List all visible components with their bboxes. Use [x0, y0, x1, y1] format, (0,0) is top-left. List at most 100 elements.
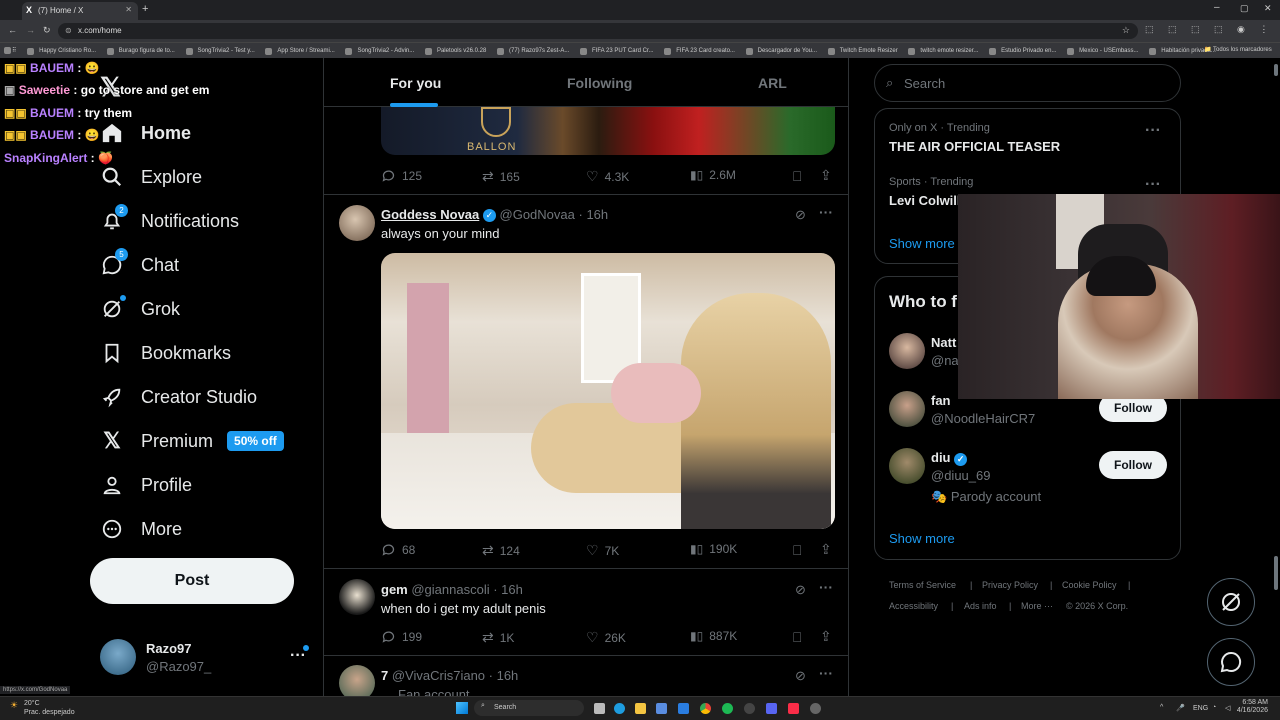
- like-button[interactable]: ♡ 26K: [586, 629, 626, 646]
- all-bookmarks-folder[interactable]: 📁 Todos los marcadores: [1204, 46, 1272, 53]
- repost-button[interactable]: ⇄ 165: [482, 168, 520, 185]
- post-more-icon[interactable]: ···: [819, 665, 833, 681]
- post-more-icon[interactable]: ···: [819, 579, 833, 595]
- back-icon[interactable]: ←: [8, 25, 17, 35]
- bookmark-star-icon[interactable]: ☆: [1122, 25, 1130, 36]
- views-button[interactable]: ▮▯ 190K: [690, 542, 737, 556]
- repost-button[interactable]: ⇄ 1K: [482, 629, 514, 646]
- bookmark-item[interactable]: Estudio Privado en...: [985, 48, 1061, 55]
- follow-button[interactable]: Follow: [1099, 451, 1167, 479]
- bookmark-item[interactable]: (77) Razo97s Zest-A...: [493, 48, 574, 55]
- apps-icon[interactable]: ⠿: [0, 47, 21, 54]
- footer-cookie[interactable]: Cookie Policy: [1062, 580, 1117, 590]
- wifi-icon[interactable]: ◔: [1212, 704, 1216, 711]
- close-tab-icon[interactable]: ✕: [125, 5, 132, 14]
- post-media[interactable]: [381, 253, 835, 529]
- post-author-handle[interactable]: @GodNovaa: [500, 207, 575, 222]
- file-explorer-icon[interactable]: [635, 703, 646, 714]
- new-tab-button[interactable]: +: [142, 3, 148, 15]
- bookmark-item[interactable]: SongTrivia2 - Test y...: [182, 48, 260, 55]
- spotify-icon[interactable]: [722, 703, 733, 714]
- grok-fab[interactable]: [1207, 578, 1255, 626]
- tray-chevron-icon[interactable]: ^: [1160, 704, 1163, 711]
- discord-icon[interactable]: [766, 703, 777, 714]
- nav-notifications[interactable]: 2 Notifications: [100, 204, 239, 236]
- task-view-icon[interactable]: [594, 703, 605, 714]
- bookmark-item[interactable]: Mexico - USEmbass...: [1063, 48, 1143, 55]
- footer-privacy[interactable]: Privacy Policy: [982, 580, 1038, 590]
- maximize-icon[interactable]: ▢: [1240, 3, 1249, 14]
- trends-show-more[interactable]: Show more: [889, 236, 955, 251]
- trend-more-icon[interactable]: ···: [1145, 176, 1161, 194]
- music-icon[interactable]: [788, 703, 799, 714]
- volume-icon[interactable]: ◁: [1225, 704, 1230, 712]
- repost-button[interactable]: ⇄ 124: [482, 542, 520, 559]
- account-switcher[interactable]: Razo97 @Razo97_ ···: [100, 639, 310, 679]
- nav-creator-studio[interactable]: Creator Studio: [100, 382, 257, 412]
- reply-button[interactable]: 199: [381, 629, 422, 644]
- nav-bookmarks[interactable]: Bookmarks: [100, 338, 231, 368]
- reply-button[interactable]: 125: [381, 168, 422, 183]
- mic-icon[interactable]: 🎤: [1176, 704, 1185, 712]
- grok-post-icon[interactable]: ⊘: [795, 207, 806, 223]
- bookmark-item[interactable]: Twitch Emote Resizer: [824, 48, 903, 55]
- chrome-icon[interactable]: [700, 703, 711, 714]
- suggestion-row[interactable]: diu ✓ @diuu_69 🎭 Parody account Follow: [889, 448, 1169, 508]
- bookmark-item[interactable]: Paletools v26.0.28: [421, 48, 491, 55]
- post-author-handle[interactable]: @VivaCris7iano: [392, 668, 485, 683]
- bookmark-post-icon[interactable]: ⎕: [793, 629, 801, 646]
- mail-icon[interactable]: [678, 703, 689, 714]
- close-window-icon[interactable]: ✕: [1264, 3, 1272, 14]
- share-icon[interactable]: ⇪: [820, 541, 832, 558]
- grok-post-icon[interactable]: ⊘: [795, 668, 806, 684]
- grok-post-icon[interactable]: ⊘: [795, 582, 806, 598]
- bookmark-item[interactable]: Descargador de You...: [742, 48, 822, 55]
- search-input[interactable]: ⌕ Search: [874, 64, 1181, 102]
- bookmark-item[interactable]: FIFA 23 PUT Card Cr...: [576, 48, 659, 55]
- tab-arl[interactable]: ARL: [758, 75, 787, 91]
- nav-explore[interactable]: Explore: [100, 162, 202, 192]
- site-info-icon[interactable]: ⊜: [65, 26, 72, 35]
- post-button[interactable]: Post: [90, 558, 294, 604]
- share-icon[interactable]: ⇪: [820, 628, 832, 645]
- post-author-name[interactable]: gem: [381, 582, 408, 597]
- forward-icon[interactable]: →: [26, 25, 35, 35]
- nav-chat[interactable]: 5 Chat: [100, 248, 179, 280]
- edge-icon[interactable]: [614, 703, 625, 714]
- share-icon[interactable]: ⇪: [820, 167, 832, 184]
- nav-grok[interactable]: Grok: [100, 294, 180, 324]
- post-author-name[interactable]: 7: [381, 668, 388, 683]
- bookmark-item[interactable]: FIFA 23 Card creato...: [660, 48, 740, 55]
- tab-for-you[interactable]: For you: [390, 75, 441, 91]
- reload-icon[interactable]: ↻: [43, 25, 51, 36]
- messages-fab[interactable]: [1207, 638, 1255, 686]
- views-button[interactable]: ▮▯ 2.6M: [690, 168, 736, 182]
- store-icon[interactable]: [656, 703, 667, 714]
- post-avatar[interactable]: [339, 665, 375, 696]
- language-indicator[interactable]: ENG: [1193, 705, 1208, 712]
- page-scrollbar[interactable]: [1274, 556, 1278, 590]
- trend-item[interactable]: Only on X · Trending THE AIR OFFICIAL TE…: [889, 122, 1169, 154]
- taskbar-search[interactable]: ⌕ Search: [474, 700, 584, 716]
- bookmark-item[interactable]: SongTrivia2 - Advin...: [341, 48, 419, 55]
- post-avatar[interactable]: [339, 579, 375, 615]
- obs-icon[interactable]: [744, 703, 755, 714]
- bookmark-post-icon[interactable]: ⎕: [793, 542, 801, 559]
- weather-widget[interactable]: ☀ 20°C Prac. despejado: [10, 700, 75, 716]
- clock[interactable]: 6:58 AM 4/16/2026: [1236, 699, 1268, 714]
- footer-more[interactable]: More ···: [1021, 601, 1053, 611]
- reply-button[interactable]: 68: [381, 542, 415, 557]
- nav-premium[interactable]: 𝕏 Premium 50% off: [100, 426, 284, 456]
- bookmark-item[interactable]: twitch emote resizer...: [904, 48, 983, 55]
- bookmark-item[interactable]: Burago figura de to...: [103, 48, 180, 55]
- minimize-icon[interactable]: –: [1214, 2, 1220, 13]
- omnibox[interactable]: ⊜ x.com/home ☆: [58, 23, 1138, 39]
- page-scrollbar-top[interactable]: [1274, 64, 1278, 76]
- tab-following[interactable]: Following: [567, 75, 632, 91]
- follow-show-more[interactable]: Show more: [889, 531, 955, 546]
- nav-home[interactable]: Home: [100, 118, 191, 148]
- footer-accessibility[interactable]: Accessibility: [889, 601, 938, 611]
- start-button[interactable]: [456, 702, 468, 714]
- footer-terms[interactable]: Terms of Service: [889, 580, 956, 590]
- nav-profile[interactable]: Profile: [100, 470, 192, 500]
